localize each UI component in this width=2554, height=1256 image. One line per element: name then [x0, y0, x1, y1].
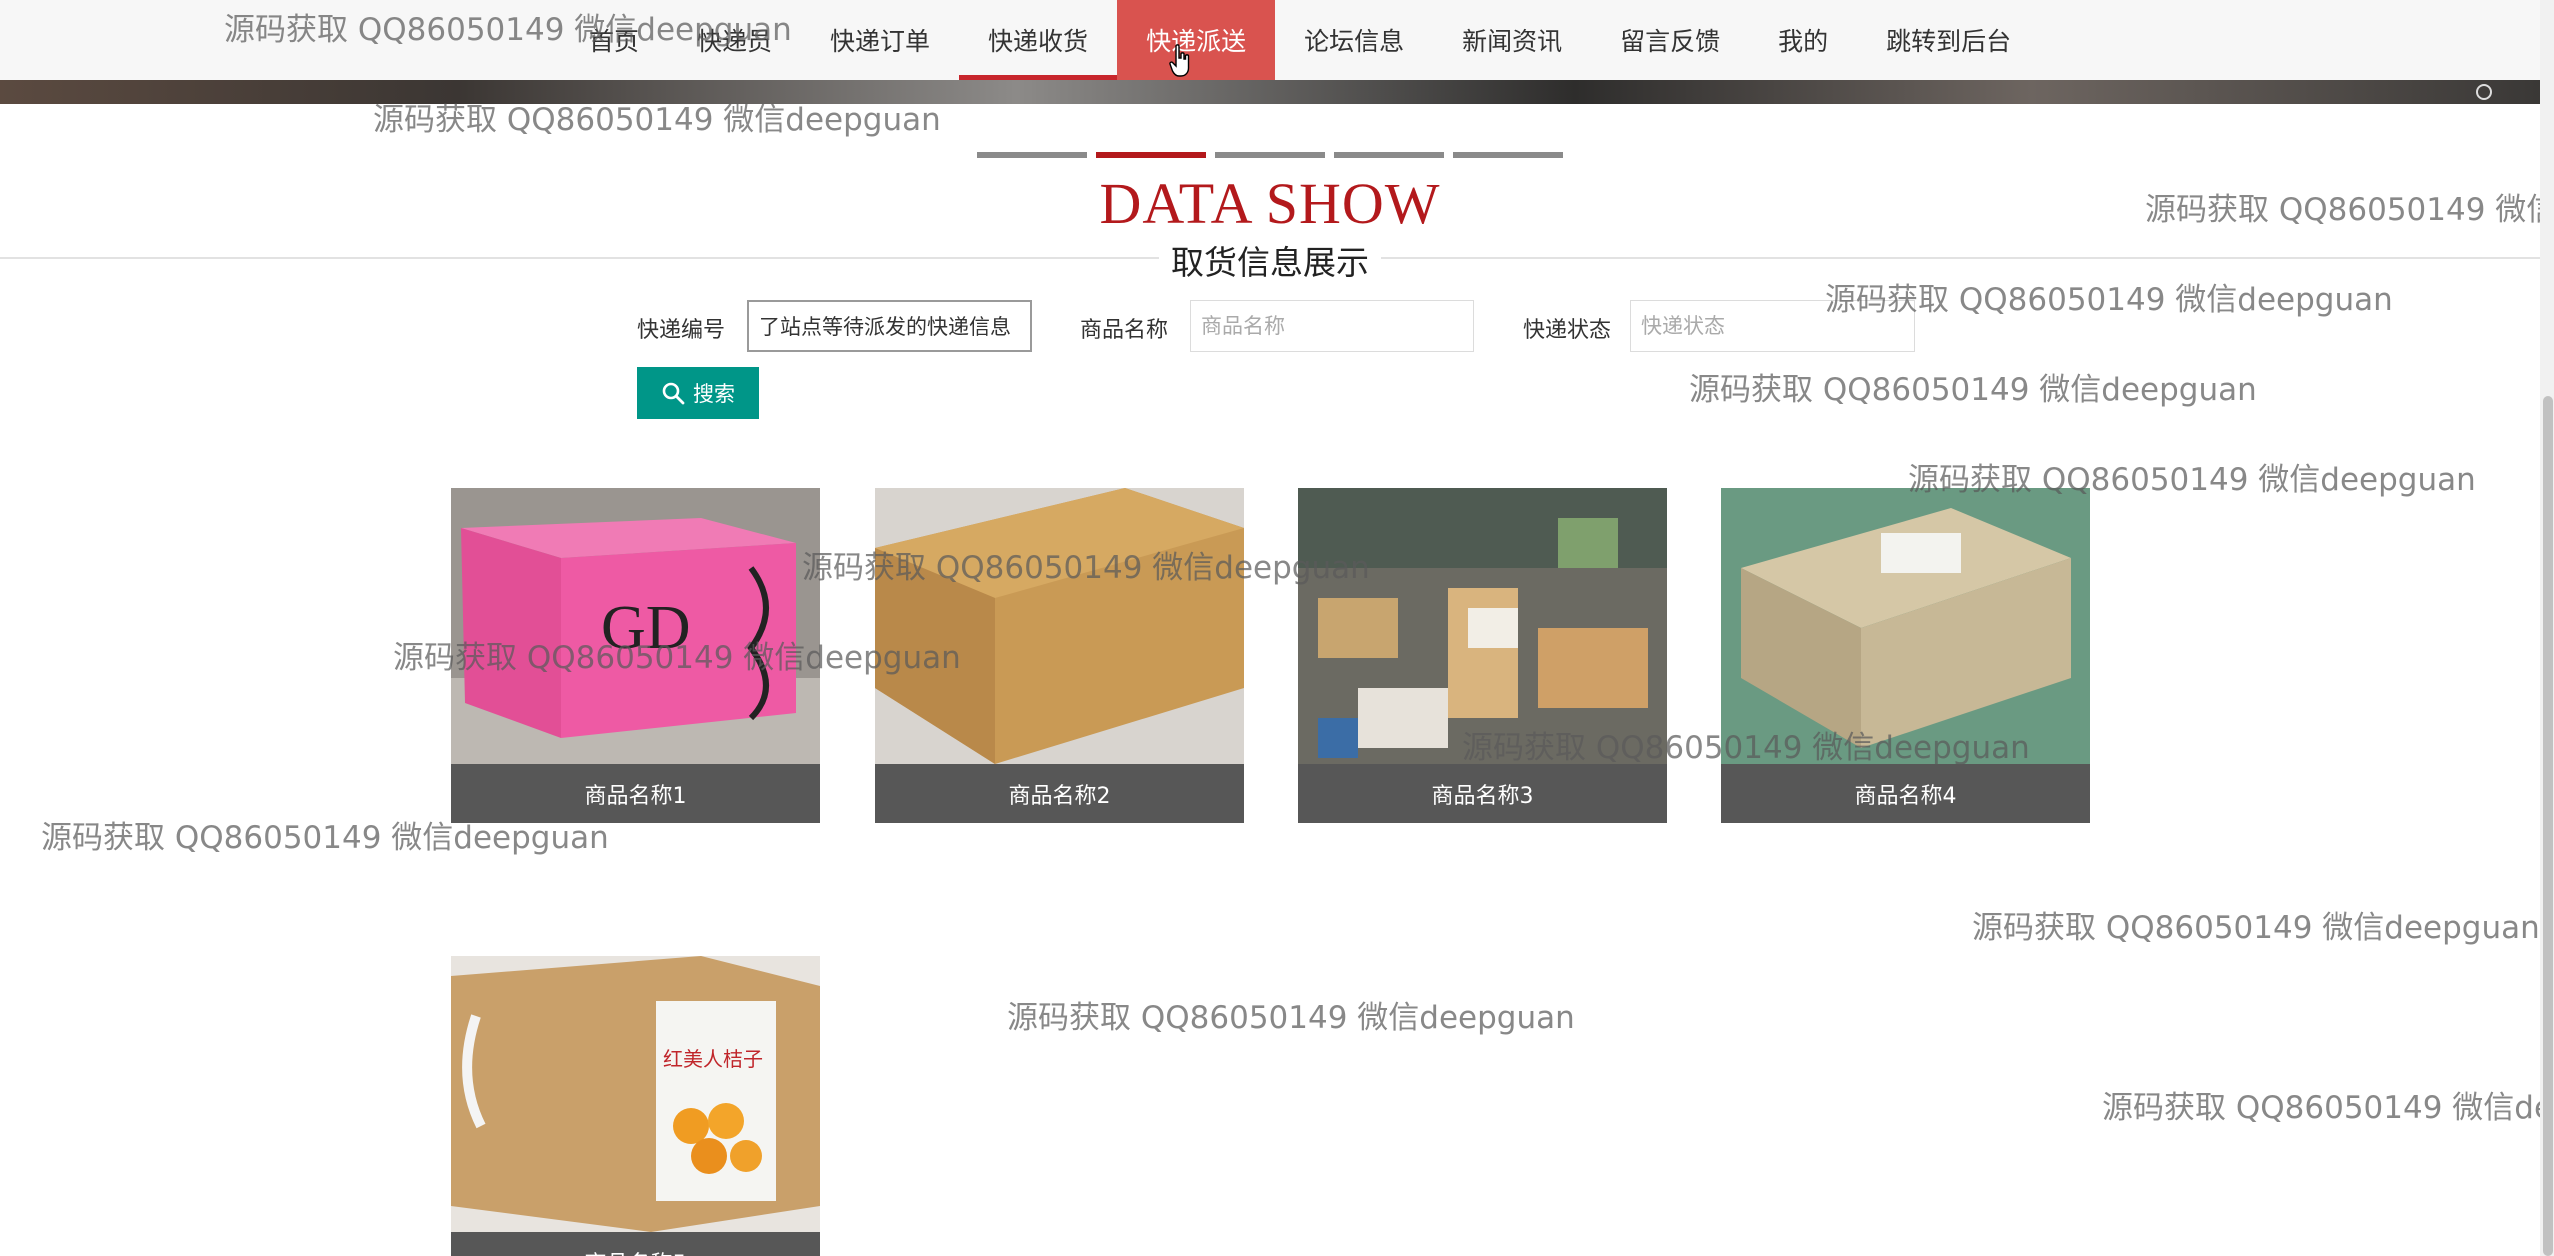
- product-name: 商品名称5: [451, 1232, 820, 1256]
- banner-image: [0, 80, 2540, 104]
- product-name-input[interactable]: [1190, 300, 1474, 352]
- page: 首页 快递员 快递订单 快递收货 快递派送 论坛信息 新闻资讯 留言反馈 我的 …: [0, 0, 2554, 1256]
- product-card[interactable]: 红美人桔子 商品名称5: [451, 956, 820, 1256]
- product-name-label: 商品名称: [1080, 318, 1169, 343]
- product-name: 商品名称2: [875, 764, 1244, 823]
- watermark: 源码获取 QQ86050149 微信deepguan: [2102, 1090, 2554, 1126]
- product-card[interactable]: 商品名称3: [1298, 488, 1667, 824]
- search-button[interactable]: 搜索: [637, 367, 759, 419]
- product-image-pink-box: GD: [451, 488, 820, 764]
- slider-indicator[interactable]: [977, 152, 1087, 158]
- product-card[interactable]: 商品名称2: [875, 488, 1244, 824]
- nav-item-courier[interactable]: 快递员: [668, 0, 801, 80]
- delivery-status-label: 快递状态: [1523, 318, 1612, 343]
- product-image-parcel-pile: [1298, 488, 1667, 764]
- watermark: 源码获取 QQ86050149 微信deepguan: [1007, 1000, 1575, 1036]
- banner-control-icon[interactable]: [2476, 84, 2492, 100]
- nav-item-orders[interactable]: 快递订单: [801, 0, 959, 80]
- nav-item-feedback[interactable]: 留言反馈: [1591, 0, 1749, 80]
- search-button-label: 搜索: [693, 382, 735, 406]
- delivery-status-input[interactable]: [1630, 300, 1915, 352]
- search-icon: [662, 382, 685, 405]
- tracking-number-input[interactable]: [747, 300, 1032, 352]
- svg-text:GD: GD: [601, 594, 691, 662]
- nav-item-forum[interactable]: 论坛信息: [1275, 0, 1433, 80]
- product-name: 商品名称3: [1298, 764, 1667, 823]
- watermark: 源码获取 QQ86050149 微信deepguan: [1972, 910, 2540, 946]
- product-card[interactable]: 商品名称4: [1721, 488, 2090, 824]
- nav-item-admin[interactable]: 跳转到后台: [1857, 0, 2040, 80]
- nav-item-pickup[interactable]: 快递收货: [959, 0, 1118, 80]
- product-image-orange-box: 红美人桔子: [451, 956, 820, 1232]
- slider-indicator[interactable]: [1215, 152, 1325, 158]
- product-card[interactable]: GD 商品名称1: [451, 488, 820, 824]
- hand-cursor-icon: [1169, 44, 1190, 77]
- product-name: 商品名称4: [1721, 764, 2090, 823]
- product-name: 商品名称1: [451, 764, 820, 823]
- section-subtitle: 取货信息展示: [1159, 236, 1381, 284]
- nav-item-home[interactable]: 首页: [560, 0, 668, 80]
- section-title: DATA SHOW: [1099, 171, 1441, 236]
- watermark: 源码获取 QQ86050149 微信deepguan: [1689, 372, 2257, 408]
- section-subtitle-wrap: 取货信息展示: [0, 236, 2540, 284]
- slider-indicator-active[interactable]: [1096, 152, 1206, 158]
- slider-indicators: [977, 152, 1563, 158]
- tracking-number-label: 快递编号: [637, 318, 726, 343]
- product-image-green-box: [1721, 488, 2090, 764]
- nav-menu: 首页 快递员 快递订单 快递收货 快递派送 论坛信息 新闻资讯 留言反馈 我的 …: [560, 0, 2040, 80]
- product-image-kraft-box: [875, 488, 1244, 764]
- nav-item-news[interactable]: 新闻资讯: [1433, 0, 1591, 80]
- slider-indicator[interactable]: [1334, 152, 1444, 158]
- slider-indicator[interactable]: [1453, 152, 1563, 158]
- scrollbar-thumb[interactable]: [2543, 396, 2553, 1256]
- nav-item-delivery[interactable]: 快递派送: [1117, 0, 1276, 80]
- nav-item-mine[interactable]: 我的: [1749, 0, 1857, 80]
- product-image-caption: 红美人桔子: [663, 1047, 763, 1071]
- top-nav: 首页 快递员 快递订单 快递收货 快递派送 论坛信息 新闻资讯 留言反馈 我的 …: [0, 0, 2554, 80]
